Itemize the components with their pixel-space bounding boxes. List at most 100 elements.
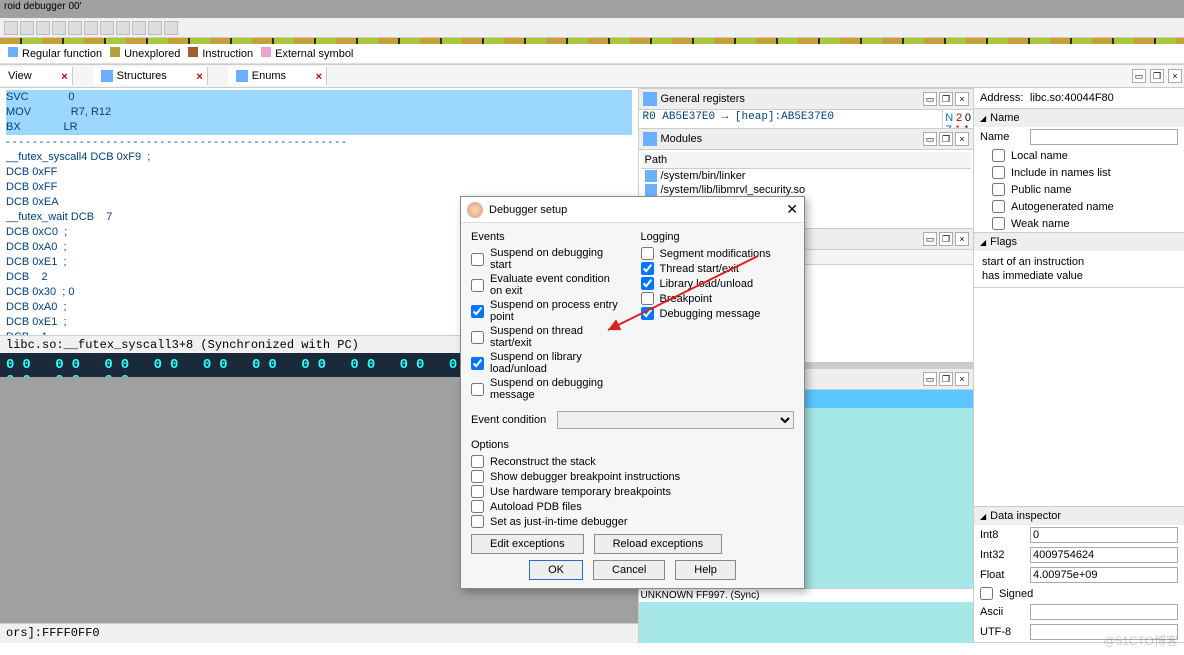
pane-restore-icon[interactable]: ❐ (1150, 69, 1164, 83)
toolbar-icon[interactable] (68, 21, 82, 35)
close-icon[interactable]: × (196, 71, 202, 83)
main-toolbar (0, 18, 1184, 38)
int32-input[interactable] (1030, 547, 1178, 563)
legend-swatch (8, 47, 18, 57)
suspend-libload-checkbox[interactable] (471, 357, 484, 370)
address-row: Address: libc.so:40044F80 (974, 88, 1184, 109)
pane-close-icon[interactable]: × (955, 132, 969, 146)
publicname-checkbox[interactable] (992, 183, 1005, 196)
autogen-checkbox[interactable] (992, 200, 1005, 213)
log-bp-checkbox[interactable] (641, 292, 654, 305)
evtcond-select[interactable] (557, 411, 794, 429)
legend-swatch (188, 47, 198, 57)
pane-restore-icon[interactable]: ❐ (939, 372, 953, 386)
pane-min-icon[interactable]: ▭ (923, 232, 937, 246)
doc-tabbar: View× Structures× Enums× ▭ ❐ × (0, 64, 1184, 88)
options-label: Options (471, 439, 794, 451)
toolbar-icon[interactable] (36, 21, 50, 35)
module-row[interactable]: /system/lib/libmrvl_security.so (641, 183, 972, 197)
pane-min-icon[interactable]: ▭ (923, 132, 937, 146)
file-icon (645, 170, 657, 182)
suspend-dbgstart-checkbox[interactable] (471, 253, 484, 266)
modules-icon (643, 132, 657, 146)
legend-label: External symbol (275, 48, 353, 60)
cancel-button[interactable]: Cancel (593, 560, 665, 580)
signed-checkbox[interactable] (980, 587, 993, 600)
pane-restore-icon[interactable]: ❐ (939, 92, 953, 106)
toolbar-icon[interactable] (164, 21, 178, 35)
legend-label: Instruction (202, 48, 253, 60)
ascii-input[interactable] (1030, 604, 1178, 620)
pane-min-icon[interactable]: ▭ (923, 372, 937, 386)
watermark: @51CTO博客 (1103, 632, 1178, 649)
localname-checkbox[interactable] (992, 149, 1005, 162)
int8-input[interactable] (1030, 527, 1178, 543)
edit-exceptions-button[interactable]: Edit exceptions (471, 534, 584, 554)
close-icon[interactable]: × (61, 71, 67, 83)
pane-min-icon[interactable]: ▭ (923, 92, 937, 106)
show-bpinstr-checkbox[interactable] (471, 470, 484, 483)
log-dbgmsg-checkbox[interactable] (641, 307, 654, 320)
toolbar-icon[interactable] (20, 21, 34, 35)
legend-label: Unexplored (124, 48, 180, 60)
log-thread-checkbox[interactable] (641, 262, 654, 275)
jit-debugger-checkbox[interactable] (471, 515, 484, 528)
modules-header[interactable]: Modules▭❐× (639, 128, 974, 150)
pane-close-icon[interactable]: × (955, 372, 969, 386)
tab-enums[interactable]: Enums× (228, 67, 327, 85)
pane-restore-icon[interactable]: ❐ (939, 132, 953, 146)
toolbar-icon[interactable] (4, 21, 18, 35)
evtcond-label: Event condition (471, 414, 557, 426)
name-group-header[interactable]: Name (974, 109, 1184, 127)
registers-icon (643, 92, 657, 106)
suspend-dbgmsg-checkbox[interactable] (471, 383, 484, 396)
close-icon[interactable]: ✕ (786, 201, 798, 218)
toolbar-icon[interactable] (100, 21, 114, 35)
tab-view[interactable]: View× (0, 67, 73, 85)
toolbar-icon[interactable] (84, 21, 98, 35)
modules-col-path[interactable]: Path (641, 152, 972, 169)
flags-group-header[interactable]: Flags (974, 233, 1184, 251)
pane-restore-icon[interactable]: ❐ (939, 232, 953, 246)
float-input[interactable] (1030, 567, 1178, 583)
name-input[interactable] (1030, 129, 1178, 145)
ok-button[interactable]: OK (529, 560, 583, 580)
legend-swatch (261, 47, 271, 57)
hw-tmpbp-checkbox[interactable] (471, 485, 484, 498)
eval-cond-exit-checkbox[interactable] (471, 279, 484, 292)
suspend-procentry-checkbox[interactable] (471, 305, 484, 318)
footer-line: ors]:FFFF0FF0 (0, 623, 638, 643)
inclnames-checkbox[interactable] (992, 166, 1005, 179)
help-button[interactable]: Help (675, 560, 736, 580)
toolbar-icon[interactable] (132, 21, 146, 35)
pane-close-icon[interactable]: × (955, 232, 969, 246)
legend-bar: Regular function Unexplored Instruction … (0, 44, 1184, 64)
weakname-checkbox[interactable] (992, 217, 1005, 230)
reconstruct-stack-checkbox[interactable] (471, 455, 484, 468)
registers-header[interactable]: General registers▭❐× (639, 88, 974, 110)
pane-close-icon[interactable]: × (955, 92, 969, 106)
legend-swatch (110, 47, 120, 57)
pane-min-icon[interactable]: ▭ (1132, 69, 1146, 83)
struct-icon (101, 70, 113, 82)
close-icon[interactable]: × (316, 71, 322, 83)
suspend-thread-checkbox[interactable] (471, 331, 484, 344)
autoload-pdb-checkbox[interactable] (471, 500, 484, 513)
log-libload-checkbox[interactable] (641, 277, 654, 290)
tab-structures[interactable]: Structures× (93, 67, 208, 85)
stack-status: UNKNOWN FF997. (Sync) (639, 588, 974, 602)
enum-icon (236, 70, 248, 82)
toolbar-icon[interactable] (52, 21, 66, 35)
logging-label: Logging (641, 231, 795, 243)
dialog-title: Debugger setup (489, 204, 567, 216)
module-row[interactable]: /system/bin/linker (641, 169, 972, 183)
log-segmod-checkbox[interactable] (641, 247, 654, 260)
datainspector-header[interactable]: Data inspector (974, 507, 1184, 525)
reg-flags: N 2 0 Z 1 1 (942, 110, 973, 128)
reload-exceptions-button[interactable]: Reload exceptions (594, 534, 723, 554)
pane-close-icon[interactable]: × (1168, 69, 1182, 83)
registers-body[interactable]: R0 AB5E37E0 → [heap]:AB5E37E0 N 2 0 Z 1 … (639, 110, 974, 128)
toolbar-icon[interactable] (148, 21, 162, 35)
dialog-titlebar[interactable]: Debugger setup ✕ (461, 197, 804, 223)
toolbar-icon[interactable] (116, 21, 130, 35)
